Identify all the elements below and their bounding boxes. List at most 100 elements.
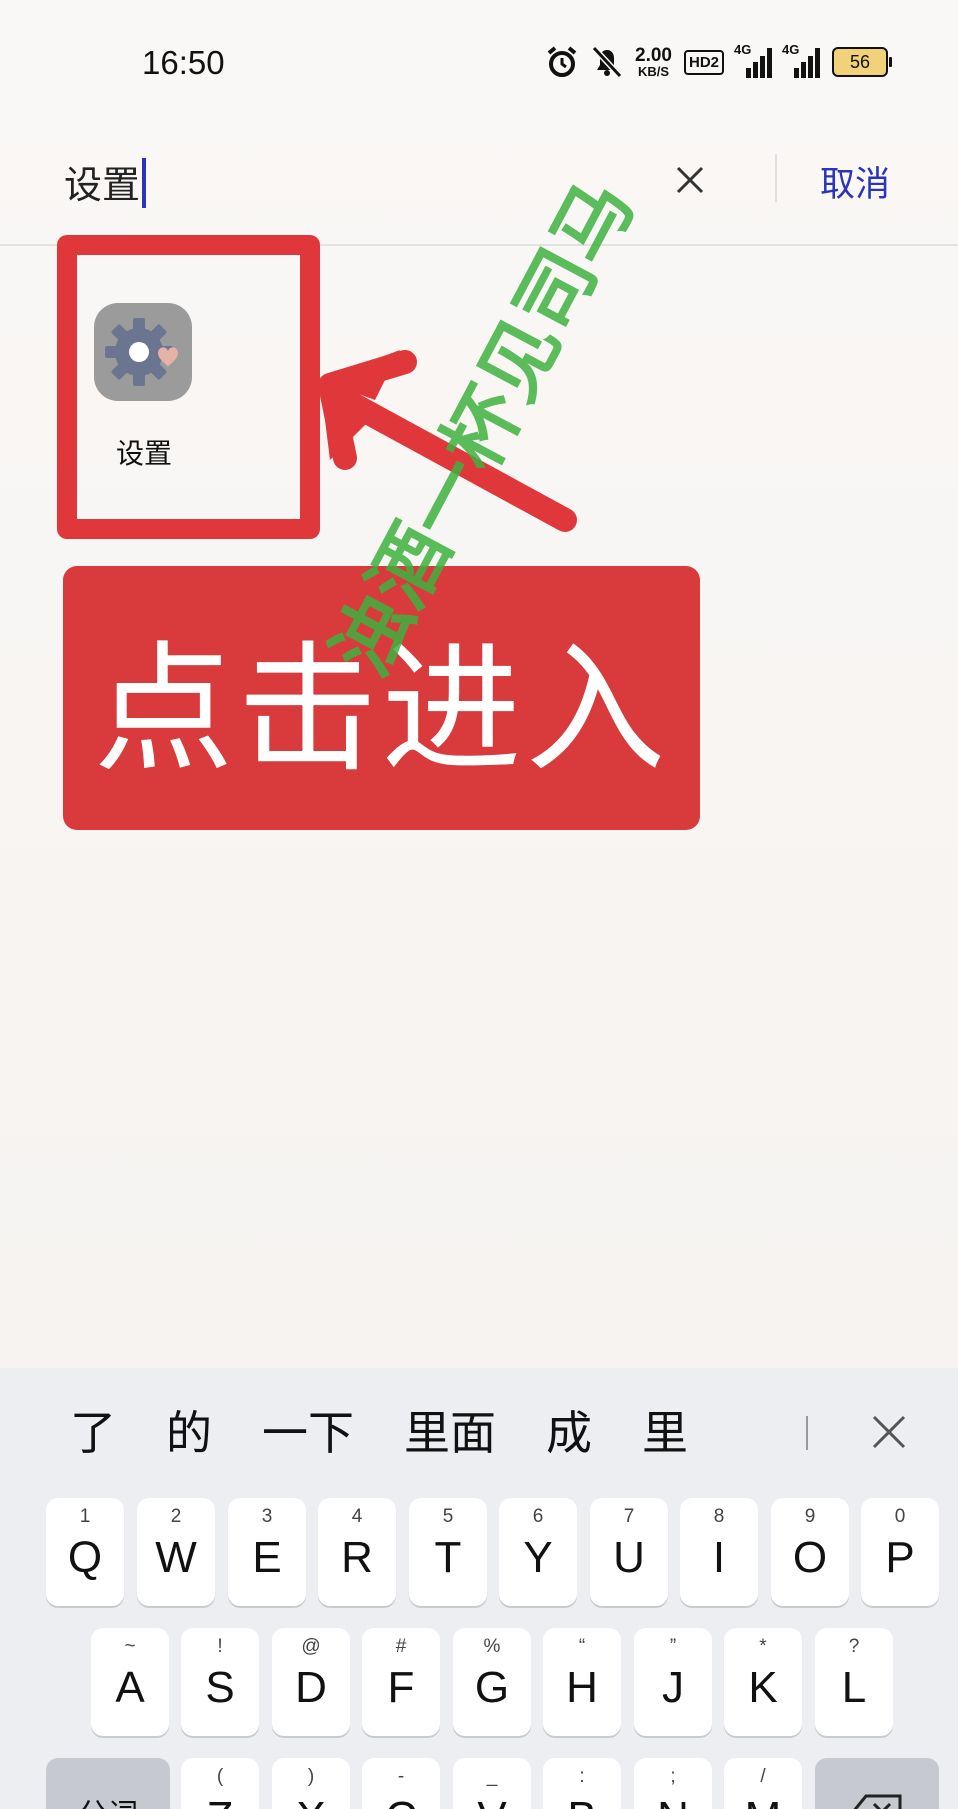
key-label: G	[474, 1663, 510, 1712]
key-p[interactable]: 0P	[861, 1498, 939, 1606]
key-label: J	[662, 1663, 684, 1712]
key-e[interactable]: 3E	[228, 1498, 306, 1606]
key-hint: %	[483, 1636, 501, 1657]
key-label: O	[792, 1533, 828, 1582]
key-q[interactable]: 1Q	[46, 1498, 124, 1606]
key-hint: )	[307, 1766, 315, 1787]
signal-icon-2: 4G	[782, 42, 820, 78]
cancel-button[interactable]: 取消	[820, 156, 890, 207]
key-hint: 5	[442, 1506, 454, 1527]
key-hint: 0	[894, 1506, 906, 1527]
key-hint: 1	[79, 1506, 91, 1527]
text-caret	[142, 158, 147, 208]
key-hint: 9	[804, 1506, 816, 1527]
search-query: 设置	[64, 163, 141, 207]
key-hint: (	[216, 1766, 224, 1787]
candidate-word[interactable]: 一下	[262, 1397, 354, 1463]
key-t[interactable]: 5T	[409, 1498, 487, 1606]
network-speed-unit: KB/S	[637, 64, 670, 79]
candidate-bar: 了 的 一下 里面 成 里	[0, 1368, 958, 1492]
keyboard: 了 的 一下 里面 成 里 1Q 2W 3E 4R 5T 6Y 7U 8I 9O…	[0, 1368, 958, 1809]
key-x[interactable]: )X	[272, 1758, 350, 1809]
key-v[interactable]: _V	[453, 1758, 531, 1809]
app-label-settings[interactable]: 设置	[102, 432, 186, 472]
settings-gear-icon[interactable]	[94, 303, 192, 401]
key-hint: #	[395, 1636, 407, 1657]
key-hint: ~	[124, 1636, 136, 1657]
key-hint: 2	[170, 1506, 182, 1527]
battery-level: 56	[849, 51, 871, 72]
key-b[interactable]: :B	[543, 1758, 621, 1809]
hd-voice-icon: HD2	[683, 49, 724, 75]
key-h[interactable]: “H	[543, 1628, 621, 1736]
segment-key[interactable]: 分词	[46, 1758, 170, 1809]
key-label: C	[385, 1793, 417, 1809]
key-k[interactable]: * K	[724, 1628, 802, 1736]
key-s[interactable]: ! S	[181, 1628, 259, 1736]
key-hint: “	[578, 1636, 586, 1657]
search-input[interactable]: 设置	[64, 154, 147, 209]
key-label: I	[712, 1533, 726, 1582]
key-label: P	[885, 1533, 915, 1582]
key-u[interactable]: 7U	[590, 1498, 668, 1606]
backspace-icon	[853, 1794, 902, 1809]
key-label: H	[566, 1663, 598, 1712]
signal-icon-1: 4G	[734, 42, 772, 78]
key-c[interactable]: -C	[362, 1758, 440, 1809]
key-n[interactable]: ;N	[634, 1758, 712, 1809]
candidate-word[interactable]: 了	[70, 1397, 116, 1463]
gear-icon	[105, 318, 178, 386]
key-j[interactable]: ” J	[634, 1628, 712, 1736]
search-divider	[775, 154, 777, 202]
candidate-divider	[806, 1416, 808, 1450]
mute-bell-icon	[591, 45, 623, 79]
backspace-key[interactable]	[815, 1758, 939, 1809]
candidate-word[interactable]: 里	[642, 1397, 688, 1463]
key-label: A	[115, 1663, 145, 1712]
key-hint: :	[579, 1766, 585, 1787]
signal-label-2: 4G	[782, 42, 800, 57]
key-i[interactable]: 8I	[680, 1498, 758, 1606]
key-label: W	[155, 1533, 197, 1582]
key-l[interactable]: ? L	[815, 1628, 893, 1736]
key-hint: @	[301, 1636, 321, 1657]
status-bar: 16:50 2.00 KB/S HD2 4G 4G 56	[0, 0, 958, 110]
key-hint: *	[759, 1636, 767, 1657]
key-label: X	[296, 1793, 325, 1809]
key-label: M	[745, 1793, 782, 1809]
key-label: S	[205, 1663, 235, 1712]
key-hint: 4	[351, 1506, 363, 1527]
key-hint: _	[486, 1766, 498, 1787]
key-label: U	[613, 1533, 645, 1582]
key-d[interactable]: @ D	[272, 1628, 350, 1736]
candidate-word[interactable]: 里面	[404, 1397, 496, 1463]
battery-icon: 56	[832, 47, 892, 77]
candidate-word[interactable]: 的	[166, 1397, 212, 1463]
candidate-word[interactable]: 成	[546, 1397, 592, 1463]
key-label: N	[657, 1793, 689, 1809]
key-label: Q	[67, 1533, 103, 1582]
key-y[interactable]: 6Y	[499, 1498, 577, 1606]
key-label: B	[567, 1793, 596, 1809]
key-w[interactable]: 2W	[137, 1498, 215, 1606]
close-icon[interactable]	[670, 160, 710, 200]
key-o[interactable]: 9O	[771, 1498, 849, 1606]
key-g[interactable]: % G	[453, 1628, 531, 1736]
key-label: R	[341, 1533, 373, 1582]
network-speed: 2.00 KB/S	[635, 46, 672, 78]
key-label: D	[295, 1663, 327, 1712]
key-z[interactable]: (Z	[181, 1758, 259, 1809]
close-icon[interactable]	[870, 1413, 908, 1451]
key-r[interactable]: 4R	[318, 1498, 396, 1606]
key-label: Y	[523, 1533, 553, 1582]
key-a[interactable]: ~ A	[91, 1628, 169, 1736]
key-label: V	[477, 1793, 506, 1809]
key-label: T	[434, 1533, 462, 1582]
key-f[interactable]: # F	[362, 1628, 440, 1736]
key-m[interactable]: /M	[724, 1758, 802, 1809]
key-hint: ”	[669, 1636, 677, 1657]
key-hint: 6	[532, 1506, 544, 1527]
key-hint: 7	[623, 1506, 635, 1527]
key-label: K	[748, 1663, 778, 1712]
key-label: L	[841, 1663, 867, 1712]
